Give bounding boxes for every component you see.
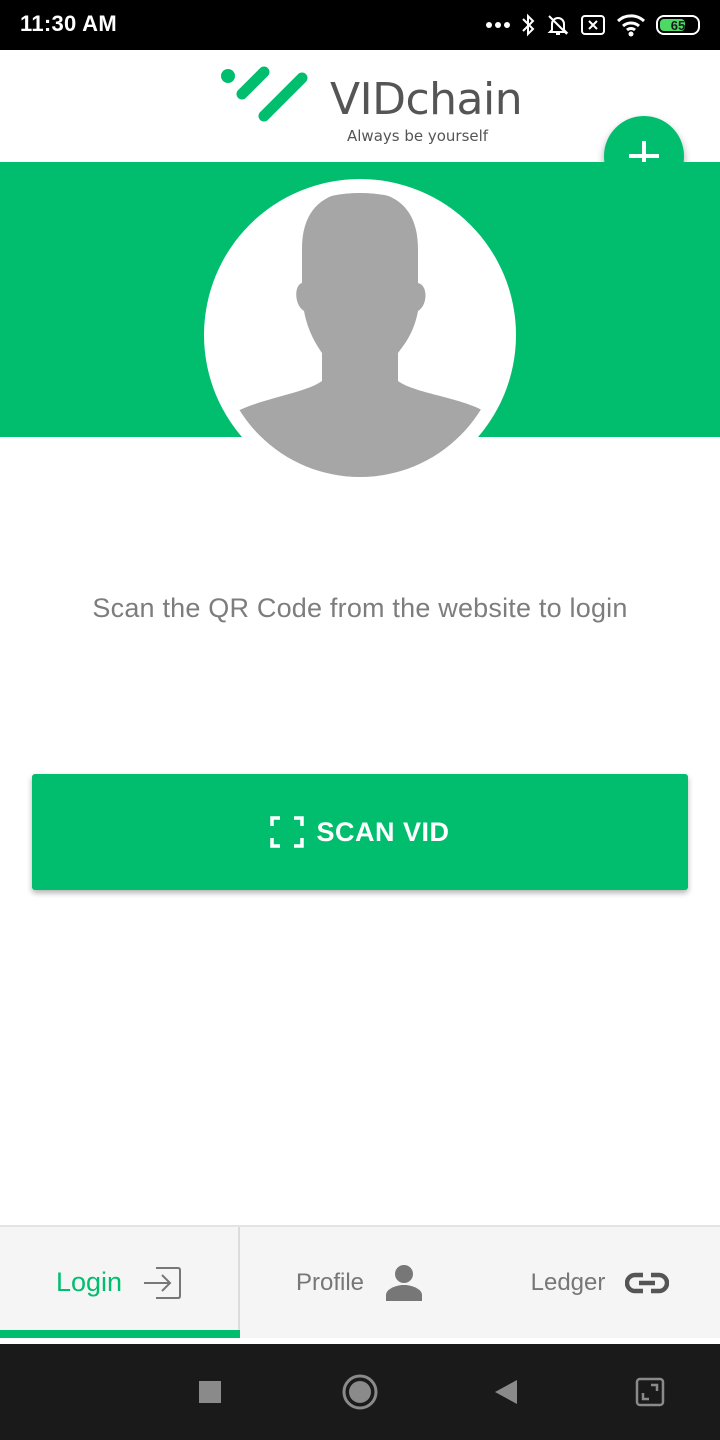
screenshot-frame-icon <box>635 1377 665 1407</box>
bluetooth-icon <box>520 13 536 37</box>
tab-profile-label: Profile <box>295 1268 365 1296</box>
system-nav-bar <box>0 1344 720 1440</box>
recents-square-icon <box>199 1381 221 1403</box>
active-tab-indicator <box>0 1330 240 1338</box>
tab-ledger-label: Ledger <box>530 1268 606 1296</box>
recents-button[interactable] <box>180 1344 240 1440</box>
tab-ledger[interactable]: Ledger <box>480 1227 720 1338</box>
home-button[interactable] <box>330 1344 390 1440</box>
link-icon <box>625 1272 670 1293</box>
avatar-placeholder-icon <box>230 193 490 477</box>
home-circle-icon <box>342 1374 378 1410</box>
status-icons: 65 <box>486 10 700 40</box>
bottom-nav: Login Profile Ledger <box>0 1225 720 1338</box>
more-dots-icon <box>486 21 510 29</box>
screenshot-button[interactable] <box>620 1344 680 1440</box>
avatar <box>218 193 502 477</box>
back-triangle-icon <box>495 1380 517 1404</box>
scan-vid-button[interactable]: SCAN VID <box>32 774 688 890</box>
app-header: VIDchain Always be yourself <box>0 50 720 196</box>
wifi-icon <box>616 13 646 37</box>
status-bar: 11:30 AM 65 <box>0 0 720 50</box>
battery-level: 65 <box>670 17 686 33</box>
logo-tagline: Always be yourself <box>347 127 489 145</box>
login-arrow-icon <box>144 1266 182 1299</box>
vidchain-logo: VIDchain Always be yourself <box>218 66 523 150</box>
person-icon <box>386 1264 423 1301</box>
tab-profile[interactable]: Profile <box>240 1227 480 1338</box>
logo-text: VIDchain <box>330 74 523 125</box>
tab-login-label: Login <box>55 1267 123 1297</box>
tab-login[interactable]: Login <box>0 1227 240 1338</box>
scan-vid-label: SCAN VID <box>316 816 450 847</box>
login-instruction: Scan the QR Code from the website to log… <box>92 593 628 623</box>
battery-icon: 65 <box>656 15 700 35</box>
scan-frame-icon <box>270 816 305 848</box>
sim-off-icon <box>580 14 606 36</box>
vidchain-logo-mark-icon <box>221 66 308 122</box>
status-time: 11:30 AM <box>20 11 117 36</box>
back-button[interactable] <box>476 1344 536 1440</box>
bell-off-icon <box>546 13 570 37</box>
